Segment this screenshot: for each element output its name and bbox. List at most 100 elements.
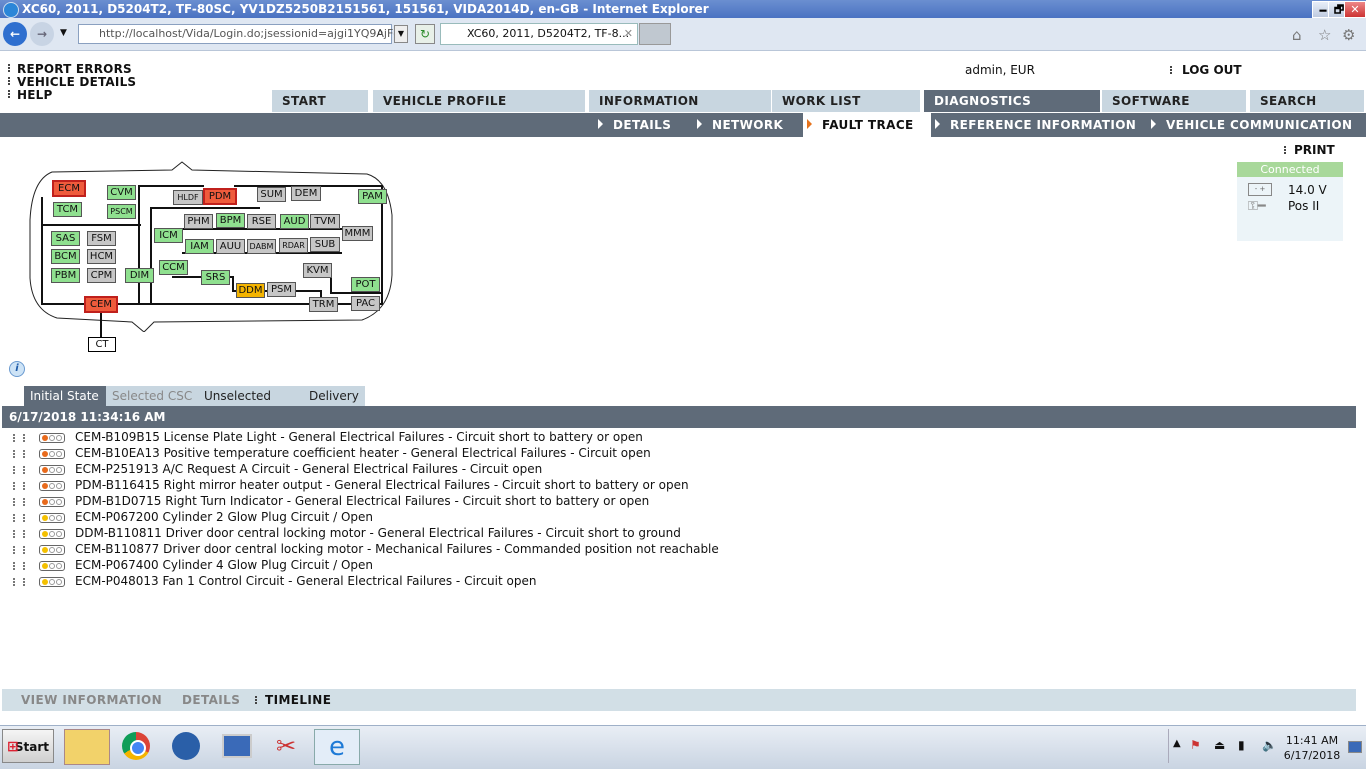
tab-work-list[interactable]: WORK LIST [772, 90, 920, 112]
module-pac[interactable]: PAC [351, 296, 380, 311]
module-fsm[interactable]: FSM [87, 231, 116, 246]
module-trm[interactable]: TRM [309, 297, 338, 312]
tab-unselected-csc[interactable]: Unselected CSC [198, 386, 304, 423]
module-pot[interactable]: POT [351, 277, 380, 292]
module-kvm[interactable]: KVM [303, 263, 332, 278]
tab-selected-csc[interactable]: Selected CSC [106, 386, 200, 406]
module-tcm[interactable]: TCM [53, 202, 82, 217]
home-icon[interactable]: ⌂ [1292, 26, 1302, 44]
module-ccm[interactable]: CCM [159, 260, 188, 275]
address-bar[interactable]: http://localhost/Vida/Login.do;jsessioni… [78, 24, 407, 44]
module-dim[interactable]: DIM [125, 268, 154, 283]
module-pbm[interactable]: PBM [51, 268, 80, 283]
chrome-icon[interactable] [114, 729, 158, 763]
thunderbird-icon[interactable] [164, 729, 208, 763]
drag-handle-icon[interactable] [13, 449, 25, 458]
drag-handle-icon[interactable] [13, 529, 25, 538]
new-tab-button[interactable] [639, 23, 671, 45]
address-dropdown-icon[interactable]: ▼ [394, 25, 408, 43]
tab-timeline[interactable]: TIMELINE [265, 689, 331, 711]
fault-row[interactable]: ECM-P048013 Fan 1 Control Circuit - Gene… [13, 573, 536, 589]
back-icon[interactable]: ← [3, 22, 27, 46]
drag-handle-icon[interactable] [13, 481, 25, 490]
module-hldf[interactable]: HLDF [173, 190, 203, 205]
report-errors-link[interactable]: REPORT ERRORS [17, 62, 132, 76]
drag-handle-icon[interactable] [13, 513, 25, 522]
subtab-fault-trace[interactable]: FAULT TRACE [803, 113, 931, 137]
tab-search[interactable]: SEARCH [1250, 90, 1364, 112]
info-icon[interactable]: i [9, 361, 25, 377]
tab-details[interactable]: DETAILS [182, 689, 240, 711]
tab-diagnostics[interactable]: DIAGNOSTICS [924, 90, 1100, 112]
module-pam[interactable]: PAM [358, 189, 387, 204]
module-icm[interactable]: ICM [154, 228, 183, 243]
usb-eject-icon[interactable]: ⏏ [1214, 738, 1225, 752]
fault-row[interactable]: PDM-B1D0715 Right Turn Indicator - Gener… [13, 493, 649, 509]
module-phm[interactable]: PHM [184, 214, 213, 229]
settings-gear-icon[interactable]: ⚙ [1342, 26, 1355, 44]
subtab-reference-information[interactable]: REFERENCE INFORMATION [935, 113, 1136, 137]
fault-row[interactable]: DDM-B110811 Driver door central locking … [13, 525, 681, 541]
print-link[interactable]: PRINT [1294, 143, 1335, 157]
file-explorer-icon[interactable] [64, 729, 110, 765]
internet-explorer-icon[interactable]: e [314, 729, 360, 765]
subtab-vehicle-communication[interactable]: VEHICLE COMMUNICATION [1151, 113, 1352, 137]
module-sub[interactable]: SUB [310, 237, 340, 252]
module-dem[interactable]: DEM [291, 186, 321, 201]
fault-row[interactable]: ECM-P067400 Cylinder 4 Glow Plug Circuit… [13, 557, 373, 573]
module-bcm[interactable]: BCM [51, 249, 80, 264]
clock[interactable]: 11:41 AM 6/17/2018 [1282, 733, 1342, 763]
action-center-icon[interactable]: ⚑ [1190, 738, 1201, 752]
module-cpm[interactable]: CPM [87, 268, 116, 283]
drag-handle-icon[interactable] [13, 465, 25, 474]
module-mmm[interactable]: MMM [342, 226, 373, 241]
tab-software[interactable]: SOFTWARE [1102, 90, 1246, 112]
module-cvm[interactable]: CVM [107, 185, 136, 200]
tab-information[interactable]: INFORMATION [589, 90, 771, 112]
fault-row[interactable]: CEM-B10EA13 Positive temperature coeffic… [13, 445, 651, 461]
module-pdm[interactable]: PDM [203, 188, 237, 205]
module-psm[interactable]: PSM [267, 282, 296, 297]
show-hidden-icons-icon[interactable]: ▲ [1173, 738, 1181, 749]
drag-handle-icon[interactable] [13, 433, 25, 442]
show-desktop-icon[interactable] [1348, 741, 1362, 753]
fault-row[interactable]: CEM-B109B15 License Plate Light - Genera… [13, 429, 643, 445]
module-ct[interactable]: CT [88, 337, 116, 352]
network-icon[interactable]: ▮ [1238, 738, 1245, 752]
tab-close-icon[interactable]: ✕ [624, 24, 633, 44]
drag-handle-icon[interactable] [13, 561, 25, 570]
module-sas[interactable]: SAS [51, 231, 80, 246]
history-dropdown-icon[interactable]: ▼ [60, 28, 67, 38]
subtab-details[interactable]: DETAILS [598, 113, 671, 137]
logout-link[interactable]: LOG OUT [1182, 63, 1242, 77]
close-window-button[interactable]: ✕ [1344, 1, 1366, 18]
module-bpm[interactable]: BPM [216, 213, 245, 228]
tab-view-information[interactable]: VIEW INFORMATION [21, 689, 162, 711]
drag-handle-icon[interactable] [13, 497, 25, 506]
tab-vehicle-profile[interactable]: VEHICLE PROFILE [373, 90, 585, 112]
drag-handle-icon[interactable] [13, 577, 25, 586]
tab-delivery[interactable]: Delivery [303, 386, 365, 406]
drag-handle-icon[interactable] [13, 545, 25, 554]
module-dabm[interactable]: DABM [247, 239, 276, 254]
module-hcm[interactable]: HCM [87, 249, 116, 264]
browser-tab[interactable]: XC60, 2011, D5204T2, TF-8... ✕ [440, 23, 638, 45]
tab-initial-state[interactable]: Initial State [24, 386, 112, 406]
module-rse[interactable]: RSE [247, 214, 276, 229]
module-pscm[interactable]: PSCM [107, 204, 136, 219]
module-srs[interactable]: SRS [201, 270, 230, 285]
volume-icon[interactable]: 🔈 [1262, 738, 1277, 752]
module-sum[interactable]: SUM [257, 187, 286, 202]
module-ecm[interactable]: ECM [52, 180, 86, 197]
fault-row[interactable]: CEM-B110877 Driver door central locking … [13, 541, 719, 557]
start-button[interactable]: ⊞ Start [2, 729, 54, 763]
tab-start[interactable]: START [272, 90, 368, 112]
remote-desktop-icon[interactable] [214, 729, 258, 763]
module-ddm[interactable]: DDM [236, 283, 265, 298]
fault-row[interactable]: ECM-P067200 Cylinder 2 Glow Plug Circuit… [13, 509, 373, 525]
fault-row[interactable]: ECM-P251913 A/C Request A Circuit - Gene… [13, 461, 542, 477]
refresh-icon[interactable]: ↻ [415, 24, 435, 44]
search-icon[interactable]: ⌕ [377, 25, 384, 40]
module-tvm[interactable]: TVM [310, 214, 340, 229]
module-aud[interactable]: AUD [280, 214, 309, 229]
